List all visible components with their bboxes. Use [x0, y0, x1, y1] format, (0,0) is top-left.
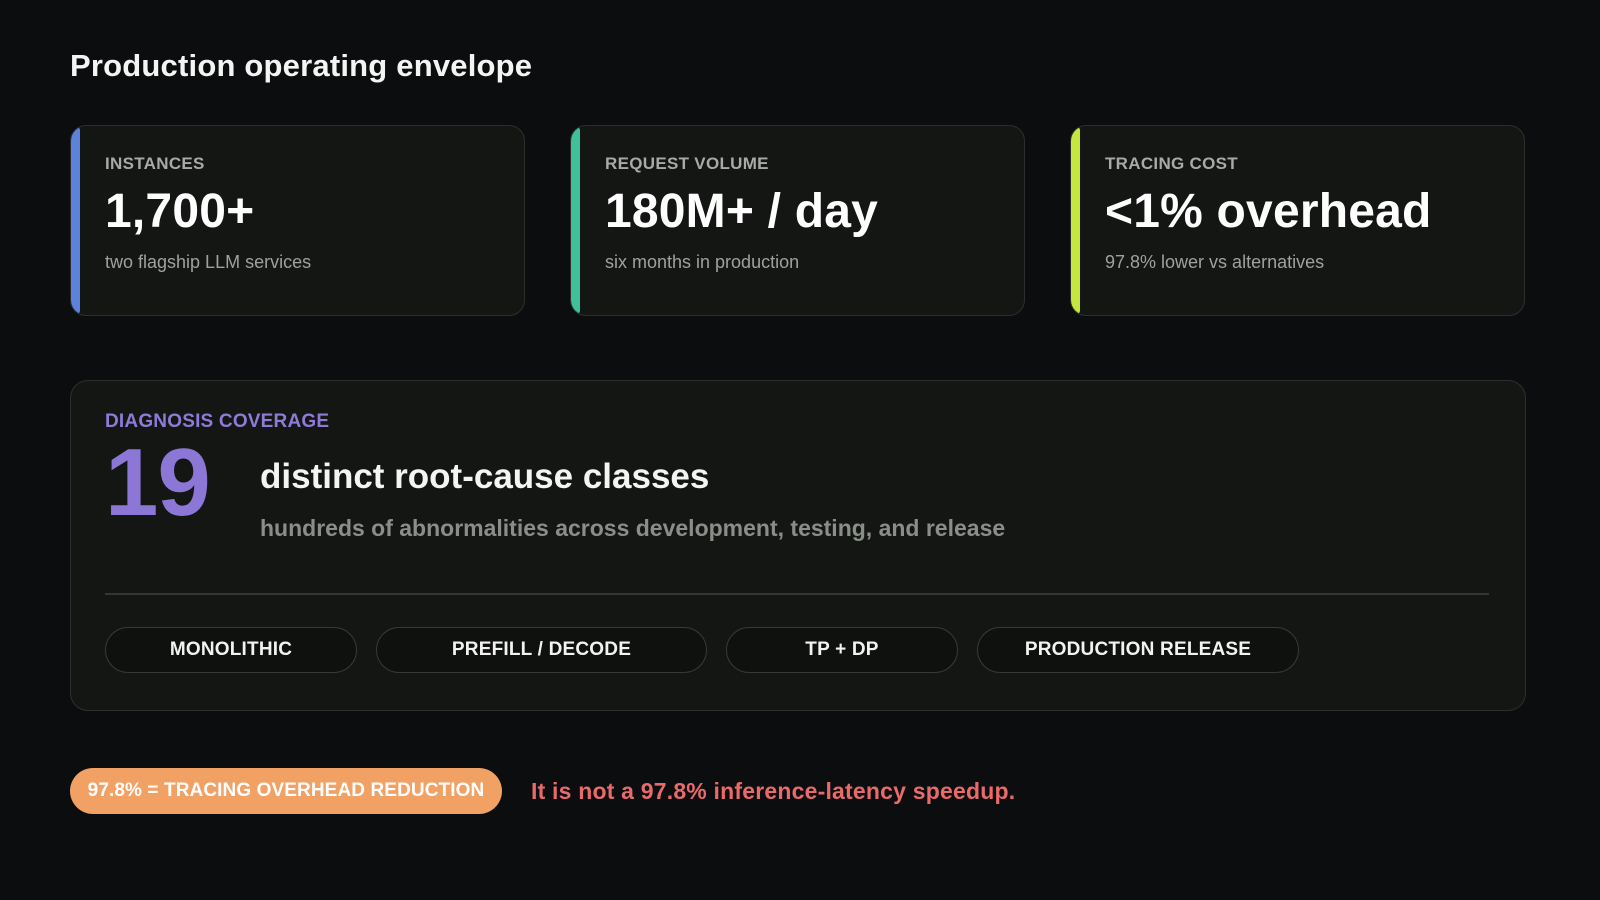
- card-subtitle: 97.8% lower vs alternatives: [1105, 251, 1325, 272]
- card-accent-bar: [1071, 126, 1080, 315]
- card-accent-bar: [571, 126, 580, 315]
- coverage-text: distinct root-cause classes hundreds of …: [260, 439, 1005, 542]
- tracing-cost-card: TRACING COST <1% overhead 97.8% lower vs…: [1070, 125, 1525, 316]
- page-title: Production operating envelope: [70, 48, 533, 83]
- card-value: 180M+ / day: [605, 185, 879, 238]
- coverage-tags: MONOLITHIC PREFILL / DECODE TP + DP PROD…: [105, 627, 1299, 673]
- card-subtitle: two flagship LLM services: [105, 251, 312, 272]
- card-value: <1% overhead: [1105, 185, 1432, 238]
- footer-note: 97.8% = TRACING OVERHEAD REDUCTION It is…: [70, 768, 1015, 814]
- instances-card: INSTANCES 1,700+ two flagship LLM servic…: [70, 125, 525, 316]
- coverage-description: hundreds of abnormalities across develop…: [260, 515, 1006, 541]
- tag-monolithic: MONOLITHIC: [105, 627, 357, 673]
- card-label: REQUEST VOLUME: [605, 154, 769, 173]
- tag-tp-dp: TP + DP: [726, 627, 958, 673]
- diagnosis-coverage-panel: DIAGNOSIS COVERAGE 19 distinct root-caus…: [70, 380, 1526, 711]
- tag-production-release: PRODUCTION RELEASE: [977, 627, 1299, 673]
- card-accent-bar: [71, 126, 80, 315]
- tag-prefill-decode: PREFILL / DECODE: [376, 627, 707, 673]
- overhead-reduction-badge: 97.8% = TRACING OVERHEAD REDUCTION: [70, 768, 502, 814]
- card-subtitle: six months in production: [605, 251, 800, 272]
- card-label: INSTANCES: [105, 154, 205, 173]
- coverage-title: distinct root-cause classes: [260, 457, 710, 496]
- divider: [105, 593, 1489, 595]
- card-label: TRACING COST: [1105, 154, 1238, 173]
- metric-cards: INSTANCES 1,700+ two flagship LLM servic…: [70, 125, 1525, 316]
- card-value: 1,700+: [105, 185, 255, 238]
- coverage-label: DIAGNOSIS COVERAGE: [105, 411, 330, 432]
- request-volume-card: REQUEST VOLUME 180M+ / day six months in…: [570, 125, 1025, 316]
- clarification-warning: It is not a 97.8% inference-latency spee…: [531, 777, 1016, 804]
- slide: Production operating envelope INSTANCES …: [0, 0, 1600, 900]
- coverage-count: 19: [105, 429, 211, 536]
- coverage-summary: 19 distinct root-cause classes hundreds …: [105, 429, 1489, 542]
